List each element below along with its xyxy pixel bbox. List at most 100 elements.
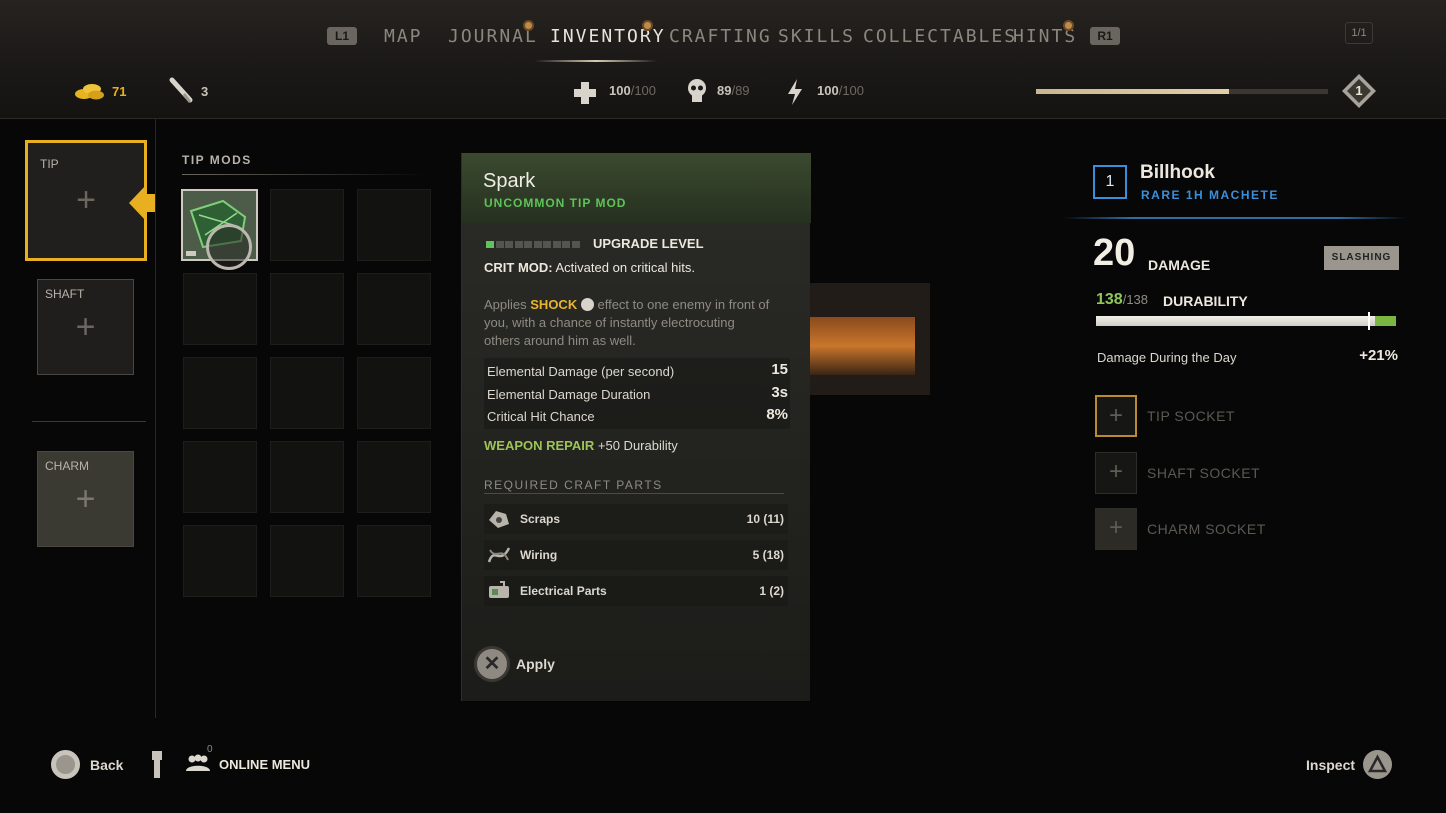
shaft-socket-label: SHAFT SOCKET <box>1147 465 1261 481</box>
online-players-icon <box>185 754 211 777</box>
tip-mods-title: TIP MODS <box>182 153 252 167</box>
upgrade-pip <box>524 241 532 248</box>
stamina-current: 100 <box>817 83 839 98</box>
attribute-table: Elemental Damage (per second) 15 Element… <box>484 358 790 429</box>
durability-value: 138/138 <box>1096 291 1148 309</box>
empty-mod-cell[interactable] <box>357 441 431 513</box>
tab-map[interactable]: MAP <box>384 26 423 47</box>
damage-label: DAMAGE <box>1148 257 1211 273</box>
tab-collectables[interactable]: COLLECTABLES <box>863 26 1017 47</box>
empty-mod-cell[interactable] <box>183 525 257 597</box>
r1-button-hint[interactable]: R1 <box>1090 27 1120 45</box>
level-number: 1 <box>1355 83 1363 98</box>
weapon-preview-image <box>810 317 915 375</box>
empty-mod-cell[interactable] <box>183 273 257 345</box>
durability-bar-fill <box>1096 316 1375 326</box>
empty-mod-cell[interactable] <box>183 357 257 429</box>
immunity-skull-icon <box>686 78 708 111</box>
upgrade-pip <box>543 241 551 248</box>
empty-mod-cell[interactable] <box>270 441 344 513</box>
journal-notification-dot <box>523 20 534 31</box>
empty-mod-cell[interactable] <box>357 273 431 345</box>
durability-marker <box>1368 312 1370 330</box>
online-menu-button[interactable]: ONLINE MENU <box>219 757 310 772</box>
tab-skills[interactable]: SKILLS <box>778 26 855 47</box>
mod-description: Applies SHOCK effect to one enemy in fro… <box>484 296 804 350</box>
charm-slot-plus-icon: + <box>75 480 96 518</box>
part-name: Wiring <box>520 548 558 562</box>
l1-button-hint[interactable]: L1 <box>327 27 357 45</box>
spark-mod-item[interactable] <box>181 189 258 270</box>
tip-socket-label: TIP SOCKET <box>1147 408 1235 424</box>
craft-part-row: Wiring 5 (18) <box>484 540 788 570</box>
upgrade-level-label: UPGRADE LEVEL <box>593 236 704 251</box>
level-badge: 1 <box>1341 73 1377 109</box>
tab-crafting[interactable]: CRAFTING <box>669 26 772 47</box>
empty-mod-cell[interactable] <box>270 189 344 261</box>
desc-line-2: you, with a chance of instantly electroc… <box>484 315 735 330</box>
empty-mod-cell[interactable] <box>270 525 344 597</box>
charm-socket[interactable]: + CHARM SOCKET <box>1095 508 1265 550</box>
desc-prefix: Applies <box>484 297 527 312</box>
triangle-button-icon <box>1363 750 1392 779</box>
scraps-icon <box>486 506 512 532</box>
stamina-value: 100/100 <box>817 83 864 98</box>
part-name: Scraps <box>520 512 561 526</box>
empty-mod-cell[interactable] <box>270 357 344 429</box>
money-count: 71 <box>112 84 127 99</box>
charm-socket-label: CHARM SOCKET <box>1147 521 1266 537</box>
part-name: Electrical Parts <box>520 584 607 598</box>
empty-mod-cell[interactable] <box>357 525 431 597</box>
xp-bar-fill <box>1036 89 1229 94</box>
health-value: 100/100 <box>609 83 656 98</box>
selection-arrow-icon <box>127 180 157 231</box>
shaft-slot[interactable]: SHAFT + <box>37 279 134 375</box>
shaft-slot-label: SHAFT <box>45 287 85 301</box>
shaft-socket[interactable]: + SHAFT SOCKET <box>1095 452 1260 494</box>
part-count: 5 (18) <box>752 548 784 562</box>
empty-mod-cell[interactable] <box>270 273 344 345</box>
weapon-damage: 20 <box>1093 232 1136 274</box>
damage-type-badge: SLASHING <box>1324 246 1399 270</box>
durability-label: DURABILITY <box>1163 293 1248 309</box>
upgrade-pip <box>533 241 542 248</box>
crit-mod-line: CRIT MOD: Activated on critical hits. <box>484 260 695 275</box>
health-icon <box>572 80 598 111</box>
shaft-slot-plus-icon: + <box>75 308 96 346</box>
empty-mod-cell[interactable] <box>357 189 431 261</box>
crit-mod-text: Activated on critical hits. <box>555 260 695 275</box>
immunity-value: 89/89 <box>717 83 750 98</box>
charm-slot-label: CHARM <box>45 459 89 473</box>
tip-socket-plus-icon: + <box>1095 395 1137 437</box>
health-max: /100 <box>630 83 657 98</box>
coins-icon <box>74 80 106 107</box>
upgrade-pip <box>571 241 580 248</box>
bonus-value: +21% <box>1359 347 1398 364</box>
immunity-max: /89 <box>731 83 750 98</box>
attr-label: Elemental Damage (per second) <box>487 364 675 379</box>
back-label: Back <box>90 757 124 773</box>
durability-bar <box>1096 316 1396 326</box>
active-tab-underline <box>535 60 657 62</box>
durability-current: 138 <box>1096 291 1123 308</box>
flashlight-icon <box>151 751 163 779</box>
craft-parts-divider <box>484 493 784 494</box>
upgrade-pip <box>486 241 494 248</box>
stamina-bolt-icon <box>786 78 804 111</box>
crit-mod-label: CRIT MOD: <box>484 260 553 275</box>
empty-mod-cell[interactable] <box>183 441 257 513</box>
upgrade-pip <box>495 241 504 248</box>
weapon-repair-text: +50 Durability <box>597 438 678 453</box>
charm-slot[interactable]: CHARM + <box>37 451 134 547</box>
hints-notification-dot <box>1063 20 1074 31</box>
craft-part-row: Scraps 10 (11) <box>484 504 788 534</box>
attr-value: 3s <box>771 384 788 401</box>
bonus-label: Damage During the Day <box>1097 350 1237 365</box>
lockpick-count: 3 <box>201 84 209 99</box>
weapon-tier-badge: 1 <box>1093 165 1127 199</box>
lockpick-icon <box>168 76 194 111</box>
empty-mod-cell[interactable] <box>357 357 431 429</box>
health-current: 100 <box>609 83 631 98</box>
tip-socket[interactable]: + TIP SOCKET <box>1095 395 1234 437</box>
attr-value: 15 <box>771 361 788 378</box>
